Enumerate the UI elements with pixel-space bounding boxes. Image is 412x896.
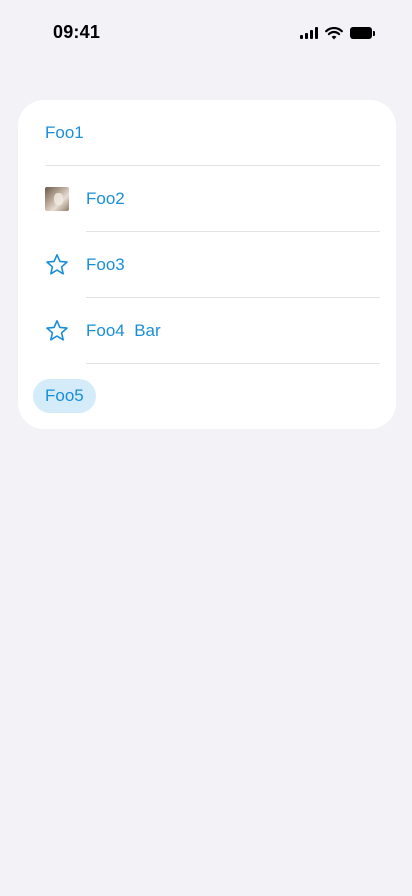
battery-icon xyxy=(350,27,376,39)
status-icons xyxy=(300,24,376,42)
foo5-chip-button[interactable]: Foo5 xyxy=(33,379,96,413)
list-item-foo1[interactable]: Foo1 xyxy=(18,100,396,166)
star-icon xyxy=(46,254,68,275)
list-item-label: Foo1 xyxy=(45,123,84,142)
divider xyxy=(86,363,380,364)
list-item-label: Foo3 xyxy=(86,255,125,274)
list-card: Foo1 Foo2 Foo3 Foo4 Bar Foo5 xyxy=(18,100,396,429)
star-icon xyxy=(46,320,68,341)
list-item-label: Foo4 Bar xyxy=(86,321,161,340)
cellular-signal-icon xyxy=(300,27,318,39)
list-item-foo3[interactable]: Foo3 xyxy=(18,232,396,298)
wifi-icon xyxy=(325,26,343,39)
status-time: 09:41 xyxy=(53,22,101,42)
photo-thumbnail-icon xyxy=(45,187,69,211)
list-item-label: Foo2 xyxy=(86,189,125,208)
list-item-foo2[interactable]: Foo2 xyxy=(18,166,396,232)
list-item-foo4[interactable]: Foo4 Bar xyxy=(18,298,396,364)
status-bar: 09:41 xyxy=(0,0,412,60)
